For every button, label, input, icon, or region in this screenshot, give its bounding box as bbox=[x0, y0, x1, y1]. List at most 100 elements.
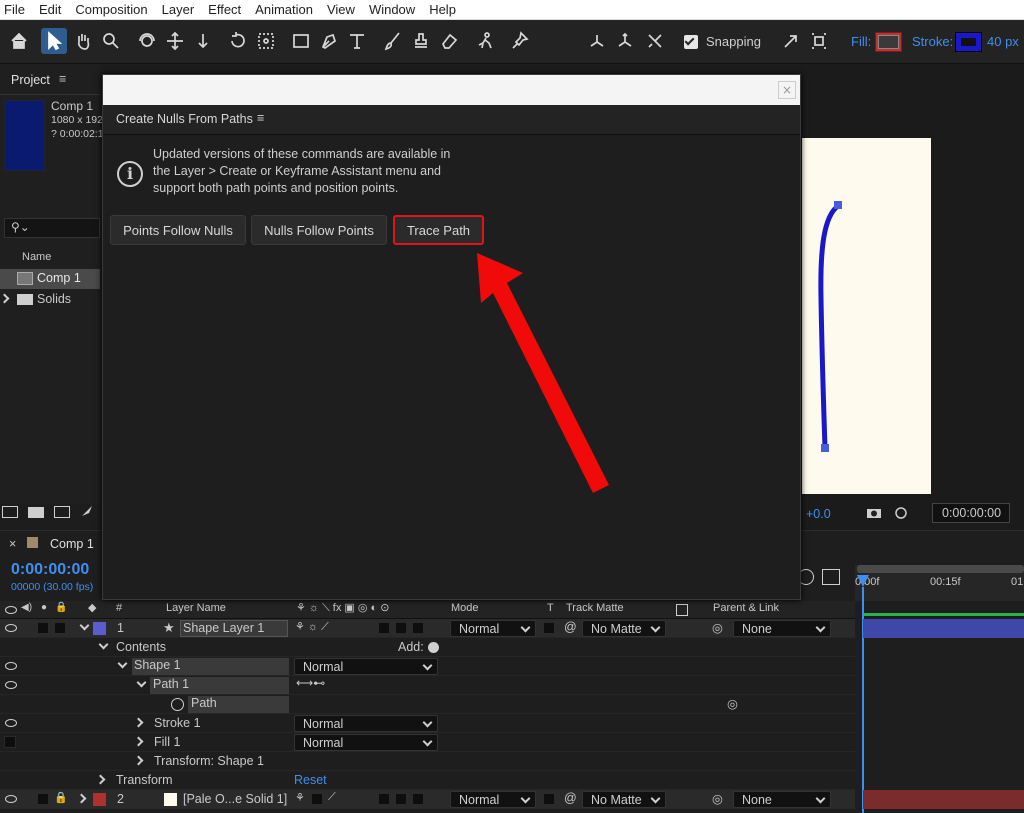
graph-editor-icon[interactable] bbox=[822, 569, 840, 585]
orbit-camera-icon[interactable] bbox=[134, 28, 160, 54]
roto-brush-icon[interactable] bbox=[472, 28, 498, 54]
layer2-mode-dropdown[interactable]: Normal bbox=[450, 791, 536, 808]
dolly-camera-icon[interactable] bbox=[190, 28, 216, 54]
menu-view[interactable]: View bbox=[327, 2, 355, 17]
work-area-bar[interactable] bbox=[857, 565, 1024, 573]
nulls-follow-points-button[interactable]: Nulls Follow Points bbox=[251, 215, 387, 245]
chevron-right-icon[interactable] bbox=[76, 793, 87, 804]
layer2-matte-dropdown[interactable]: No Matte bbox=[582, 791, 666, 808]
snap-grid-icon[interactable] bbox=[806, 28, 832, 54]
switch-box[interactable] bbox=[395, 793, 407, 805]
layer2-duration-bar[interactable] bbox=[863, 790, 1024, 809]
project-item-comp[interactable]: Comp 1 bbox=[0, 269, 100, 289]
view-axis-icon[interactable] bbox=[642, 28, 668, 54]
rectangle-tool-icon[interactable] bbox=[288, 28, 314, 54]
label-tag-icon[interactable]: ◆ bbox=[88, 601, 96, 614]
col-track-matte[interactable]: Track Matte bbox=[566, 602, 624, 614]
zoom-tool-icon[interactable] bbox=[98, 28, 124, 54]
camera-snapshot-icon[interactable] bbox=[866, 506, 882, 519]
layer-label-color[interactable] bbox=[93, 622, 106, 635]
switch-box[interactable] bbox=[378, 793, 390, 805]
preserve-transparency[interactable] bbox=[543, 793, 555, 805]
new-composition-icon[interactable] bbox=[54, 506, 70, 518]
menu-animation[interactable]: Animation bbox=[255, 2, 313, 17]
eraser-tool-icon[interactable] bbox=[436, 28, 462, 54]
chevron-down-icon[interactable] bbox=[117, 658, 128, 669]
name-column-header[interactable]: Name bbox=[22, 251, 51, 263]
menu-composition[interactable]: Composition bbox=[75, 2, 147, 17]
layer-name-field[interactable]: Shape Layer 1 bbox=[180, 620, 288, 637]
solo-toggle[interactable] bbox=[37, 622, 49, 634]
points-follow-nulls-button[interactable]: Points Follow Nulls bbox=[110, 215, 246, 245]
panel-menu-icon[interactable]: ≡ bbox=[59, 72, 66, 86]
stopwatch-icon[interactable] bbox=[171, 698, 184, 711]
col-parent-link[interactable]: Parent & Link bbox=[713, 602, 779, 614]
clone-stamp-icon[interactable] bbox=[408, 28, 434, 54]
chevron-right-icon[interactable] bbox=[95, 774, 106, 785]
trace-path-button[interactable]: Trace Path bbox=[393, 215, 484, 245]
reset-link[interactable]: Reset bbox=[294, 773, 327, 787]
eye-icon[interactable] bbox=[5, 662, 17, 670]
fill-color-swatch[interactable] bbox=[875, 32, 902, 52]
shy-switch-icon[interactable]: ⚘ ☼ ⟋ bbox=[295, 620, 329, 634]
path1-row[interactable]: Path 1 ⟷⊷ bbox=[0, 676, 855, 695]
switch-box[interactable] bbox=[311, 793, 323, 805]
layer-label-color[interactable] bbox=[93, 793, 106, 806]
chevron-down-icon[interactable] bbox=[79, 620, 90, 631]
menu-file[interactable]: File bbox=[4, 2, 25, 17]
stroke-color-swatch[interactable] bbox=[955, 32, 982, 52]
dialog-titlebar[interactable]: × bbox=[103, 75, 800, 105]
current-time-display[interactable]: 0:00:00:00 bbox=[11, 561, 89, 579]
rotate-tool-icon[interactable] bbox=[225, 28, 251, 54]
close-icon[interactable]: × bbox=[9, 537, 16, 551]
eye-icon[interactable] bbox=[5, 719, 17, 727]
stroke1-mode-dropdown[interactable]: Normal bbox=[294, 715, 438, 732]
preserve-transparency[interactable] bbox=[543, 622, 555, 634]
home-icon[interactable] bbox=[6, 28, 32, 54]
selection-tool-icon[interactable] bbox=[41, 28, 67, 54]
switch-box[interactable] bbox=[412, 622, 424, 634]
contents-row[interactable]: Contents Add: bbox=[0, 638, 855, 657]
new-folder-icon[interactable] bbox=[28, 507, 44, 518]
pick-whip-icon[interactable]: ◎ bbox=[712, 620, 723, 635]
viewer-timecode-field[interactable]: 0:00:00:00 bbox=[932, 503, 1010, 523]
switch-box[interactable] bbox=[412, 793, 424, 805]
eye-icon[interactable] bbox=[5, 681, 17, 689]
chevron-down-icon[interactable] bbox=[136, 677, 147, 688]
fill1-row[interactable]: Fill 1 Normal bbox=[0, 733, 855, 752]
interpret-footage-icon[interactable] bbox=[2, 506, 18, 518]
pan-camera-icon[interactable] bbox=[162, 28, 188, 54]
quality-switch-icon[interactable]: ⟋ bbox=[328, 791, 336, 804]
menu-help[interactable]: Help bbox=[429, 2, 456, 17]
fill-visibility-toggle[interactable] bbox=[4, 736, 16, 748]
layer2-parent-dropdown[interactable]: None bbox=[733, 791, 831, 808]
layer1-parent-dropdown[interactable]: None bbox=[733, 620, 831, 637]
dialog-menu-icon[interactable]: ≡ bbox=[257, 111, 264, 125]
stroke-width-value[interactable]: 40 px bbox=[987, 34, 1019, 49]
layer1-mode-dropdown[interactable]: Normal bbox=[450, 620, 536, 637]
matte-link-icon[interactable]: @ bbox=[564, 791, 577, 805]
snapping-checkbox[interactable] bbox=[684, 35, 698, 49]
pick-whip-icon[interactable]: ◎ bbox=[712, 791, 723, 806]
lock-icon[interactable]: 🔒 bbox=[54, 791, 68, 804]
menu-edit[interactable]: Edit bbox=[39, 2, 61, 17]
solo-icon[interactable]: ● bbox=[41, 602, 47, 613]
switch-box[interactable] bbox=[395, 622, 407, 634]
layer-row-1[interactable]: 1 ★ Shape Layer 1 ⚘ ☼ ⟋ Normal @ No Matt… bbox=[0, 619, 855, 638]
path-pick-whip-icon[interactable]: ◎ bbox=[727, 696, 738, 711]
puppet-pin-icon[interactable] bbox=[507, 28, 533, 54]
transform-row[interactable]: Transform Reset bbox=[0, 771, 855, 790]
chevron-right-icon[interactable] bbox=[133, 736, 144, 747]
show-snapshot-icon[interactable] bbox=[892, 504, 910, 520]
layer1-duration-bar[interactable] bbox=[863, 619, 1024, 638]
transform-shape-row[interactable]: Transform: Shape 1 bbox=[0, 752, 855, 771]
layer-row-2[interactable]: 🔒 2 [Pale O...e Solid 1] ⚘ ⟋ Normal @ No… bbox=[0, 790, 855, 809]
menu-window[interactable]: Window bbox=[369, 2, 415, 17]
brush-tool-icon[interactable] bbox=[380, 28, 406, 54]
chevron-right-icon[interactable] bbox=[0, 293, 10, 304]
anchor-point-icon[interactable] bbox=[253, 28, 279, 54]
chevron-right-icon[interactable] bbox=[133, 755, 144, 766]
chevron-right-icon[interactable] bbox=[133, 717, 144, 728]
solo-toggle[interactable] bbox=[37, 793, 49, 805]
add-menu-button[interactable] bbox=[428, 642, 439, 653]
